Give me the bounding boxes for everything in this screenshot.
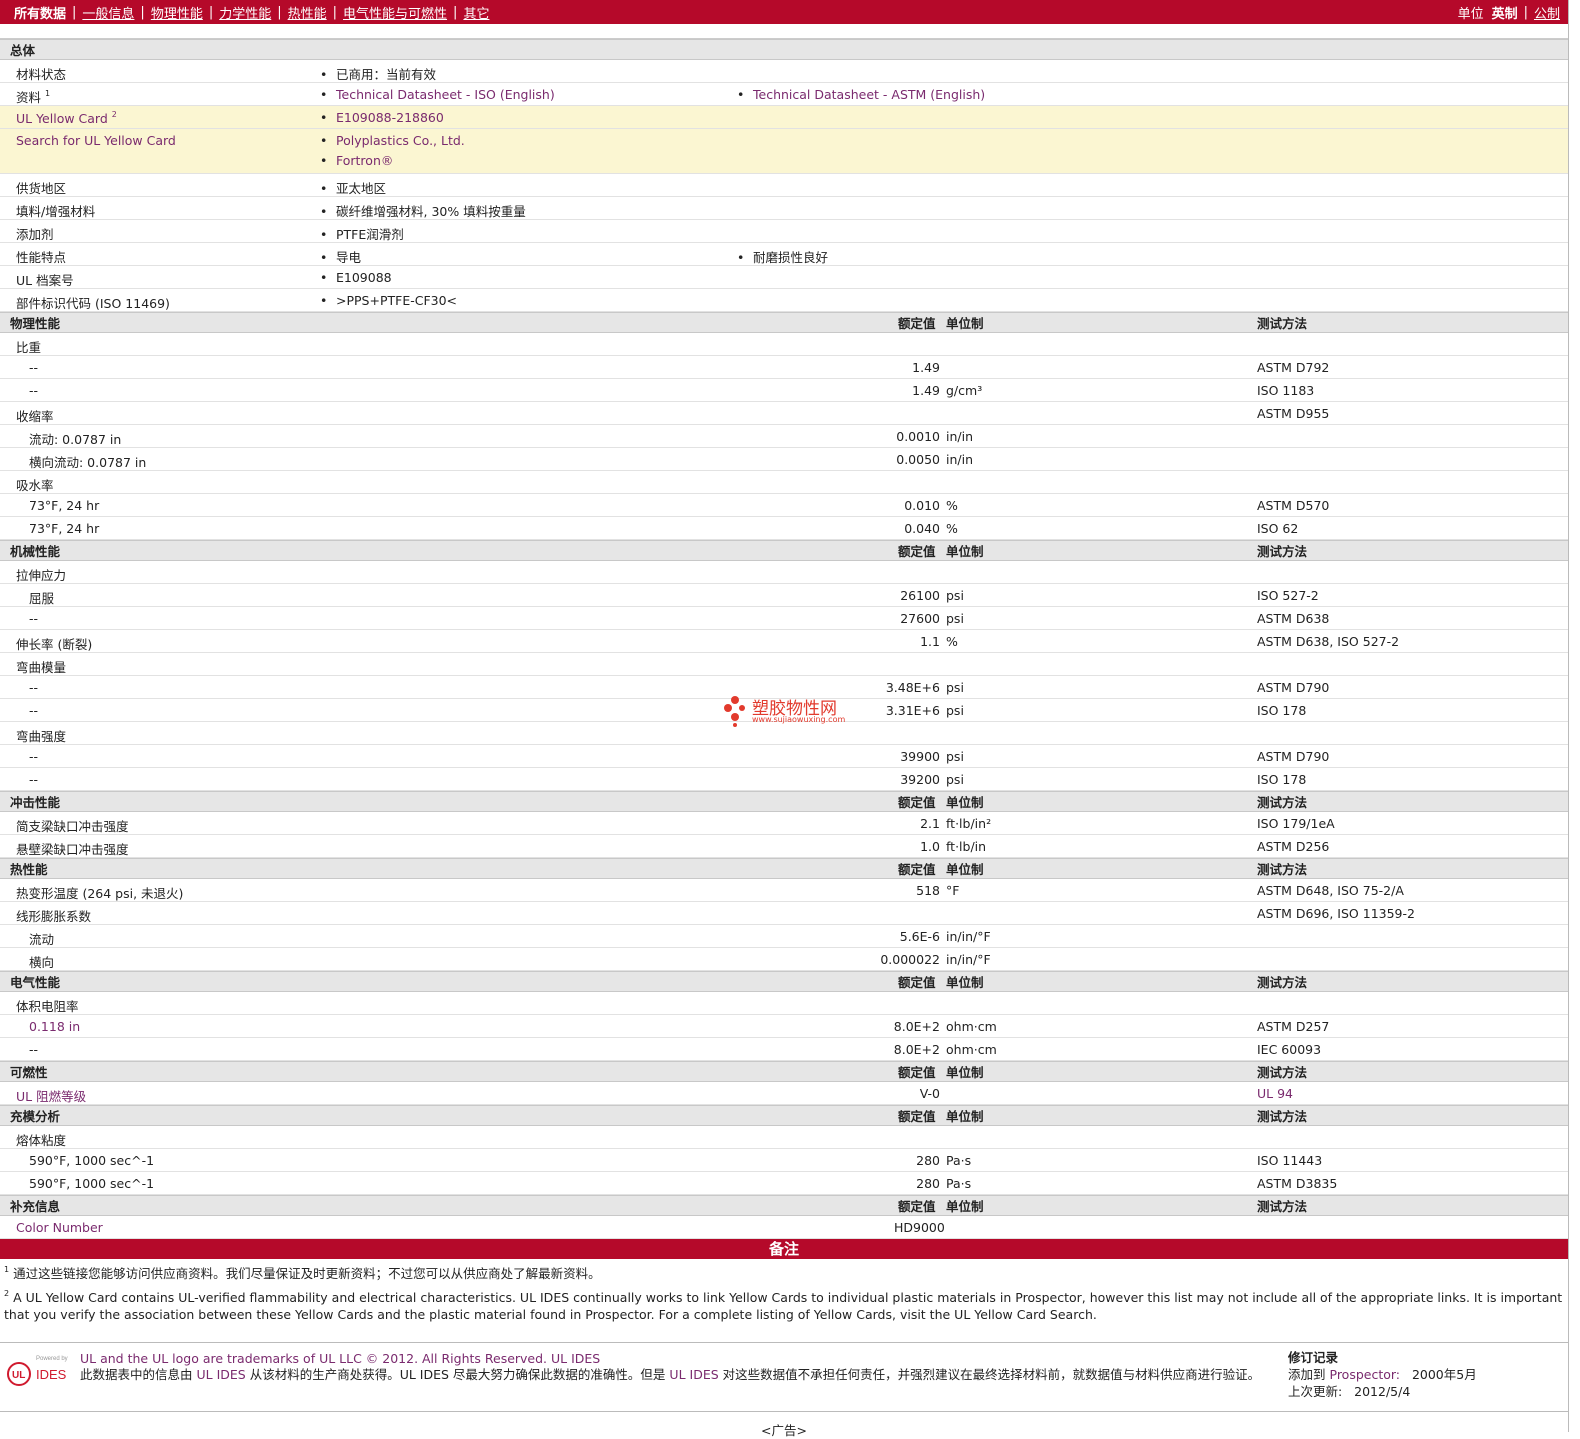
row-part-code: 部件标识代码 (ISO 11469) >PPS+PTFE-CF30< [0, 289, 1568, 312]
property-row: 流动 5.6E-6 in/in/°F [0, 925, 1568, 948]
nav-physical[interactable]: 物理性能 [151, 3, 203, 22]
row-region: 供货地区 亚太地区 [0, 174, 1568, 197]
property-row: 流动: 0.0787 in 0.0010 in/in [0, 425, 1568, 448]
ul-card-link[interactable]: E109088-218860 [336, 110, 444, 125]
unit-metric[interactable]: 公制 [1534, 3, 1560, 22]
property-row: 线形膨胀系数 ASTM D696, ISO 11359-2 [0, 902, 1568, 925]
row-material-status: 材料状态 已商用：当前有效 [0, 60, 1568, 83]
supplier-search-link[interactable]: Polyplastics Co., Ltd. [336, 133, 465, 148]
property-row: 弯曲模量 [0, 653, 1568, 676]
note-1: 1 通过这些链接您能够访问供应商资料。我们尽量保证及时更新资料；不过您可以从供应… [4, 1265, 601, 1281]
watermark-dots-icon [724, 696, 745, 727]
nav-thermal[interactable]: 热性能 [288, 3, 327, 22]
section-mechanical: 机械性能 额定值 单位制 测试方法 [0, 540, 1568, 561]
property-row: -- 1.49 g/cm³ ISO 1183 [0, 379, 1568, 402]
property-row: 熔体粘度 [0, 1126, 1568, 1149]
property-row: 伸长率 (断裂) 1.1% ASTM D638, ISO 527-2 [0, 630, 1568, 653]
note-2: 2 A UL Yellow Card contains UL-verified … [4, 1288, 1563, 1323]
notes-header: 备注 [0, 1239, 1568, 1259]
property-row: 横向流动: 0.0787 in 0.0050 in/in [0, 448, 1568, 471]
row-additive: 添加剂 PTFE润滑剂 [0, 220, 1568, 243]
row-features: 性能特点 导电 耐磨损性良好 [0, 243, 1568, 266]
section-electrical: 电气性能 额定值 单位制 测试方法 [0, 971, 1568, 992]
row-documents: 资料 1 Technical Datasheet - ISO (English)… [0, 83, 1568, 106]
property-row: -- 27600 psi ASTM D638 [0, 607, 1568, 630]
nav-general-info[interactable]: 一般信息 [82, 3, 134, 22]
top-nav-bar: 所有数据 | 一般信息 | 物理性能 | 力学性能 | 热性能 | 电气性能与可… [0, 0, 1568, 24]
section-thermal: 热性能 额定值 单位制 测试方法 [0, 858, 1568, 879]
section-flammability: 可燃性 额定值 单位制 测试方法 [0, 1061, 1568, 1082]
section-physical: 物理性能 额定值 单位制 测试方法 [0, 312, 1568, 333]
logo-ul: UL [12, 1370, 25, 1381]
property-row: 横向 0.000022 in/in/°F [0, 948, 1568, 971]
nav-other[interactable]: 其它 [463, 3, 489, 22]
section-filling: 充模分析 额定值 单位制 测试方法 [0, 1105, 1568, 1126]
property-row: 热变形温度 (264 psi, 未退火) 518 °F ASTM D648, ISO … [0, 879, 1568, 902]
unit-imperial[interactable]: 英制 [1492, 3, 1518, 22]
nav-electrical-flammability[interactable]: 电气性能与可燃性 [343, 3, 447, 22]
logo-powered-by: Powered by [36, 1356, 68, 1362]
datasheet-page: 所有数据 | 一般信息 | 物理性能 | 力学性能 | 热性能 | 电气性能与可… [0, 0, 1569, 1438]
ul-ides-logo: Powered by UL IDES [7, 1356, 68, 1386]
section-nav: 所有数据 | 一般信息 | 物理性能 | 力学性能 | 热性能 | 电气性能与可… [14, 3, 490, 22]
section-supplement: 补充信息 额定值 单位制 测试方法 [0, 1195, 1568, 1216]
property-row: -- 1.49 ASTM D792 [0, 356, 1568, 379]
watermark-logo: 塑胶物性网 www.sujiaowuxing.com [722, 694, 852, 728]
property-row: 590°F, 1000 sec^-1 280 Pa·s ISO 11443 [0, 1149, 1568, 1172]
row-ul-search: Search for UL Yellow Card Polyplastics C… [0, 129, 1568, 174]
property-row: Color Number HD9000 [0, 1216, 1568, 1239]
property-row: 0.118 in 8.0E+2 ohm·cm ASTM D257 [0, 1015, 1568, 1038]
ad-placeholder: <广告> [0, 1410, 1568, 1439]
logo-ides: IDES [36, 1367, 67, 1382]
property-row: 简支梁缺口冲击强度 2.1 ft·lb/in² ISO 179/1eA [0, 812, 1568, 835]
property-row: 体积电阻率 [0, 992, 1568, 1015]
status-value: 已商用：当前有效 [320, 64, 436, 83]
nav-all-data[interactable]: 所有数据 [14, 3, 66, 22]
footer: Powered by UL IDES UL and the UL logo ar… [0, 1343, 1568, 1403]
nav-mechanical[interactable]: 力学性能 [219, 3, 271, 22]
property-row: -- 8.0E+2 ohm·cm IEC 60093 [0, 1038, 1568, 1061]
brand-search-link[interactable]: Fortron® [336, 153, 393, 168]
property-row: 73°F, 24 hr 0.010% ASTM D570 [0, 494, 1568, 517]
property-row: -- 39900 psi ASTM D790 [0, 745, 1568, 768]
iso-datasheet-link[interactable]: Technical Datasheet - ISO (English) [336, 87, 555, 102]
section-general: 总体 [0, 39, 1568, 60]
row-ul-yellow-card: UL Yellow Card 2 E109088-218860 [0, 106, 1568, 129]
property-row: 比重 [0, 333, 1568, 356]
footer-disclaimer: UL and the UL logo are trademarks of UL … [80, 1350, 1261, 1382]
section-title: 总体 [10, 43, 36, 58]
property-row: 73°F, 24 hr 0.040% ISO 62 [0, 517, 1568, 540]
property-row: 590°F, 1000 sec^-1 280 Pa·s ASTM D3835 [0, 1172, 1568, 1195]
row-filler: 填料/增强材料 碳纤维增强材料, 30% 填料按重量 [0, 197, 1568, 220]
revision-history: 修订记录 添加到 Prospector: 2000年5月 上次更新: 2012/… [1288, 1349, 1477, 1399]
property-row: 屈服 26100 psi ISO 527-2 [0, 584, 1568, 607]
property-row: -- 39200 psi ISO 178 [0, 768, 1568, 791]
row-ul-file: UL 档案号 E109088 [0, 266, 1568, 289]
property-row: 吸水率 [0, 471, 1568, 494]
property-row: 悬壁梁缺口冲击强度 1.0 ft·lb/in ASTM D256 [0, 835, 1568, 858]
property-row: UL 阻燃等级 V-0 UL 94 [0, 1082, 1568, 1105]
astm-datasheet-link[interactable]: Technical Datasheet - ASTM (English) [753, 87, 985, 102]
property-row: 收缩率 ASTM D955 [0, 402, 1568, 425]
section-impact: 冲击性能 额定值 单位制 测试方法 [0, 791, 1568, 812]
unit-switcher: 单位 英制 | 公制 [1457, 3, 1560, 22]
unit-label: 单位 [1457, 6, 1484, 22]
property-row: 拉伸应力 [0, 561, 1568, 584]
